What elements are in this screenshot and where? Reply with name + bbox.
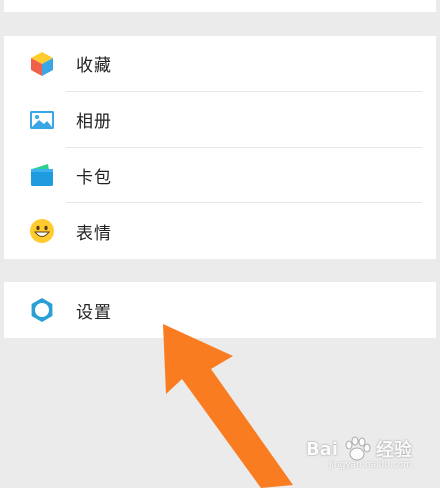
menu-group-settings: 设置 [4, 282, 436, 338]
previous-section-strip [4, 0, 436, 12]
watermark-suffix: 经验 [376, 440, 412, 461]
menu-item-settings[interactable]: 设置 [4, 282, 436, 338]
menu-item-card-wallet[interactable]: 卡包 [4, 148, 436, 204]
menu-item-label: 表情 [76, 223, 112, 244]
baidu-jingyan-watermark: Bai 经验 jingyan.baidu.com [305, 434, 412, 470]
gear-icon [28, 296, 56, 324]
menu-item-label: 收藏 [76, 56, 112, 77]
menu-item-favorites[interactable]: 收藏 [4, 36, 436, 92]
cube-icon [28, 50, 56, 78]
menu-item-label: 相册 [76, 112, 112, 133]
menu-item-label: 设置 [76, 302, 112, 323]
image-icon [28, 106, 56, 134]
menu-item-stickers[interactable]: 表情 [4, 203, 436, 259]
menu-group-main: 收藏 相册 卡包 表情 [4, 36, 436, 259]
watermark-url: jingyan.baidu.com [328, 460, 412, 470]
watermark-brand: Bai [305, 438, 338, 460]
wallet-icon [28, 161, 56, 189]
smiley-icon [28, 217, 56, 245]
menu-item-album[interactable]: 相册 [4, 92, 436, 148]
menu-item-label: 卡包 [76, 167, 112, 188]
